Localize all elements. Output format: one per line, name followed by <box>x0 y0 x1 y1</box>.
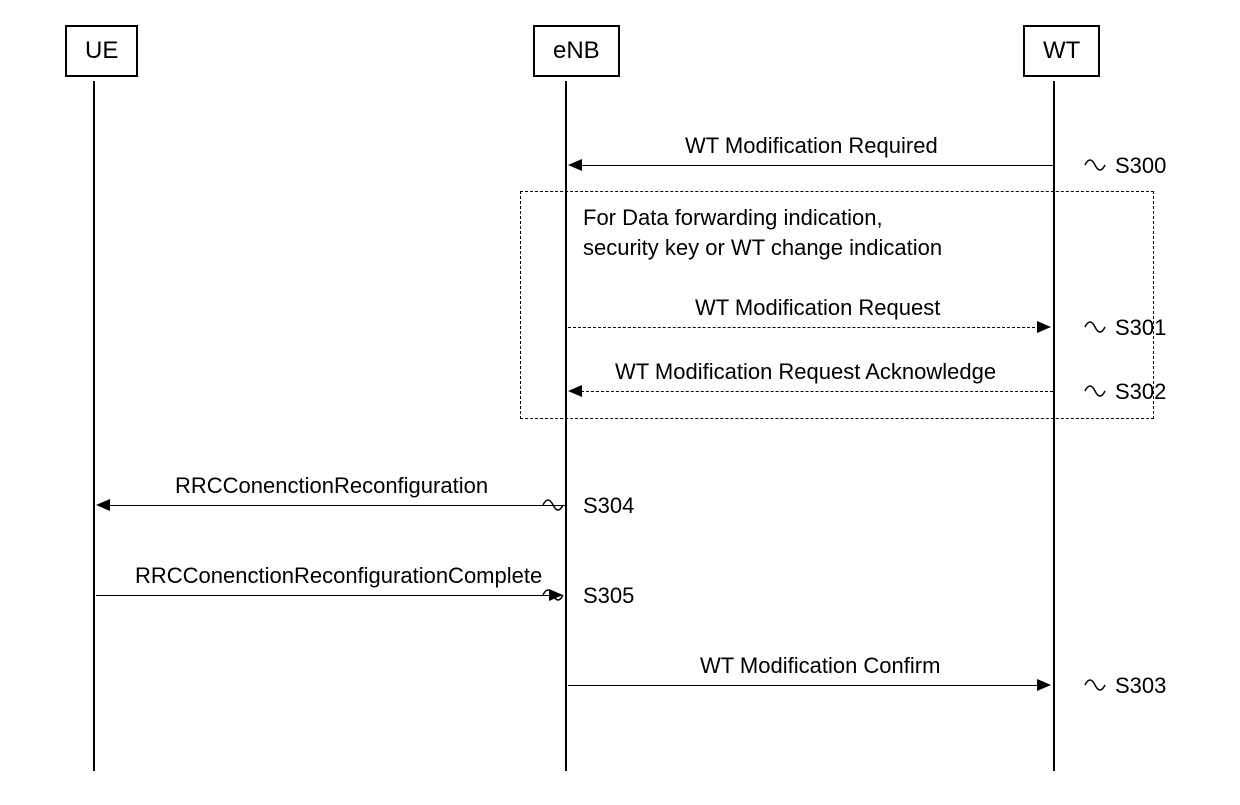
msg-s302: WT Modification Request Acknowledge <box>615 359 996 385</box>
squiggle-s305 <box>541 585 571 605</box>
step-s304: S304 <box>583 493 634 519</box>
arrowhead-s301 <box>1037 321 1051 333</box>
squiggle-s300 <box>1083 155 1113 175</box>
arrow-s302 <box>581 391 1053 392</box>
lifeline-ue <box>93 81 95 771</box>
arrowhead-s304 <box>96 499 110 511</box>
squiggle-s301 <box>1083 317 1113 337</box>
arrowhead-s302 <box>568 385 582 397</box>
step-s305: S305 <box>583 583 634 609</box>
step-s303: S303 <box>1115 673 1166 699</box>
msg-s304: RRCConenctionReconfiguration <box>175 473 488 499</box>
msg-s303: WT Modification Confirm <box>700 653 940 679</box>
squiggle-s303 <box>1083 675 1113 695</box>
msg-s305: RRCConenctionReconfigurationComplete <box>135 563 542 589</box>
actor-box-enb: eNB <box>533 25 620 77</box>
actor-label: WT <box>1043 37 1080 64</box>
arrow-s303 <box>568 685 1040 686</box>
actor-label: eNB <box>553 37 600 64</box>
box-note-line1: For Data forwarding indication, <box>583 205 883 231</box>
squiggle-s304 <box>541 495 571 515</box>
lifeline-wt <box>1053 81 1055 771</box>
arrowhead-s303 <box>1037 679 1051 691</box>
lifeline-enb <box>565 81 567 771</box>
actor-box-ue: UE <box>65 25 138 77</box>
arrow-s300 <box>581 165 1053 166</box>
msg-s300: WT Modification Required <box>685 133 938 159</box>
msg-s301: WT Modification Request <box>695 295 940 321</box>
step-s302: S302 <box>1115 379 1166 405</box>
box-note-line2: security key or WT change indication <box>583 235 942 261</box>
arrowhead-s300 <box>568 159 582 171</box>
actor-label: UE <box>85 37 118 64</box>
squiggle-s302 <box>1083 381 1113 401</box>
step-s300: S300 <box>1115 153 1166 179</box>
step-s301: S301 <box>1115 315 1166 341</box>
arrow-s304 <box>109 505 565 506</box>
arrow-s305 <box>96 595 552 596</box>
arrow-s301 <box>568 327 1040 328</box>
sequence-diagram: UE eNB WT WT Modification Required S300 … <box>65 25 1185 785</box>
actor-box-wt: WT <box>1023 25 1100 77</box>
